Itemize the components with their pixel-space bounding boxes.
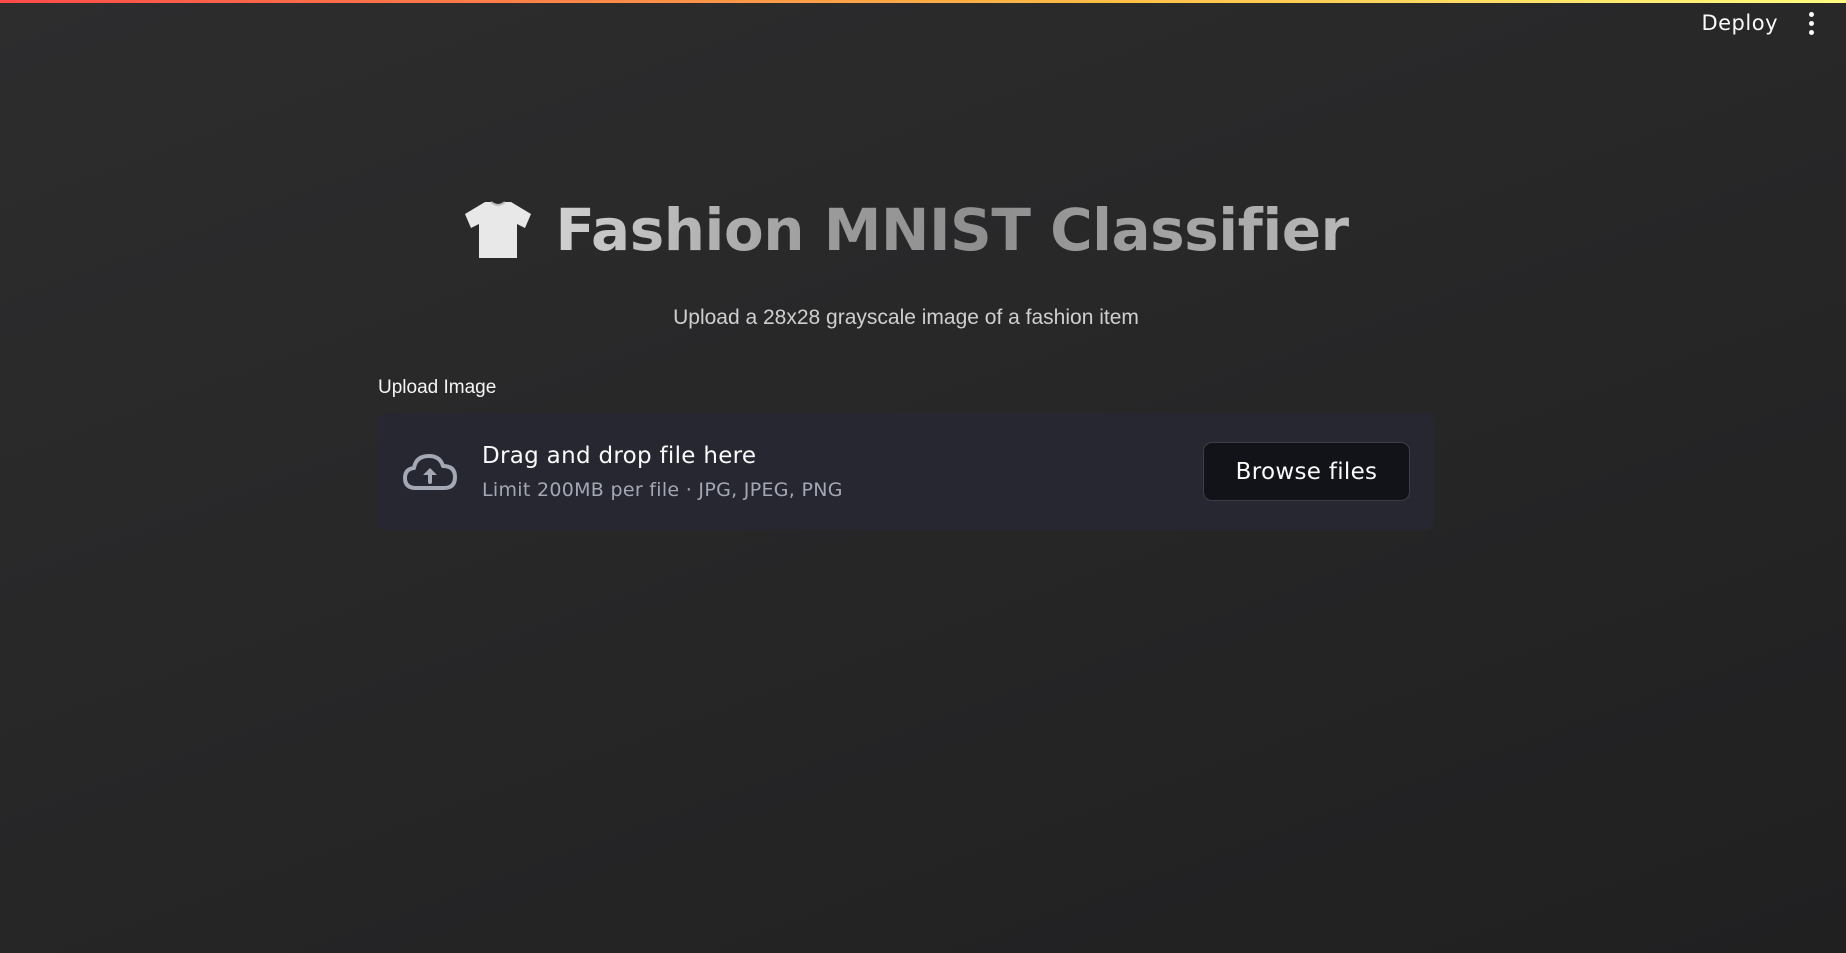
title-row: Fashion MNIST Classifier: [378, 200, 1434, 260]
dropzone-text: Drag and drop file here Limit 200MB per …: [482, 443, 1203, 501]
page-title: Fashion MNIST Classifier: [555, 196, 1349, 264]
page-subtitle: Upload a 28x28 grayscale image of a fash…: [673, 306, 1139, 329]
upload-label: Upload Image: [378, 377, 497, 398]
browse-files-button[interactable]: Browse files: [1203, 442, 1410, 501]
dropzone-title: Drag and drop file here: [482, 442, 757, 469]
vertical-dots-icon: [1808, 11, 1814, 17]
tshirt-icon: [465, 201, 532, 258]
menu-dot: [1808, 20, 1814, 26]
dropzone-limit: Limit 200MB per file · JPG, JPEG, PNG: [482, 478, 843, 501]
top-decoration-stripe: [0, 0, 1846, 3]
cloud-upload-icon: [403, 453, 457, 490]
deploy-button[interactable]: Deploy: [1683, 5, 1796, 41]
menu-dot: [1808, 29, 1814, 35]
app-header: Deploy: [1683, 0, 1846, 92]
main-menu-button[interactable]: [1796, 6, 1826, 40]
file-dropzone[interactable]: Drag and drop file here Limit 200MB per …: [378, 413, 1434, 530]
